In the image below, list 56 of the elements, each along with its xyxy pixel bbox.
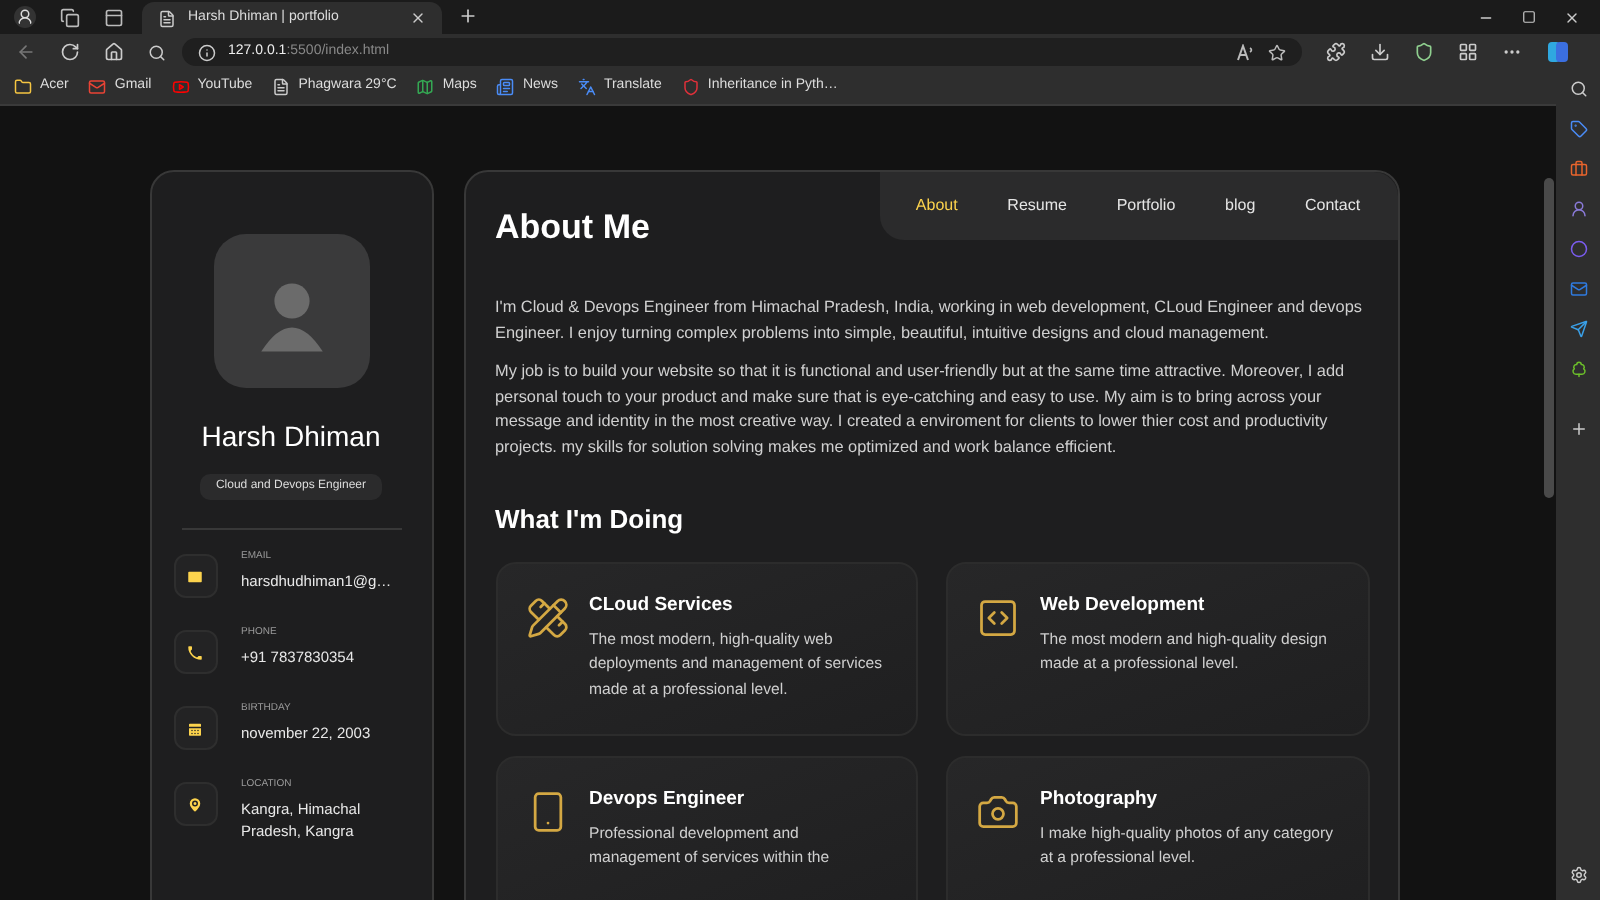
download-icon[interactable]	[1370, 42, 1390, 62]
code-window-icon	[976, 595, 1020, 639]
bookmark-icon	[416, 78, 435, 96]
tree-icon[interactable]	[1569, 360, 1587, 378]
service-title: CLoud Services	[589, 591, 735, 619]
bookmark-icon	[272, 78, 291, 96]
tab-actions-icon[interactable]	[104, 7, 124, 27]
close-icon[interactable]	[1564, 9, 1580, 25]
extensions-icon[interactable]	[1326, 42, 1346, 62]
bookmark-icon	[681, 78, 700, 96]
add-icon[interactable]	[1569, 420, 1587, 438]
home-icon[interactable]	[104, 42, 124, 62]
service-title: Web Development	[1040, 591, 1207, 619]
bookmark-icon	[88, 78, 107, 96]
nav-link[interactable]: blog	[1225, 194, 1256, 218]
phone-icon	[186, 643, 204, 661]
page-title: About Me	[495, 208, 652, 248]
tag-icon[interactable]	[1569, 120, 1587, 138]
about-paragraph: I'm Cloud & Devops Engineer from Himachal Pradesh, India, working in web development, CLoud Engineer and devops Engineer. I enjoy turning complex problems into simple, beautiful, intuitive designs and cloud management.	[495, 296, 1364, 346]
section-title: What I'm Doing	[495, 502, 686, 538]
map-pin-icon	[186, 795, 204, 813]
reload-icon[interactable]	[60, 42, 80, 62]
service-title: Photography	[1040, 785, 1160, 813]
back-icon[interactable]	[16, 42, 36, 62]
maximize-icon[interactable]	[1522, 10, 1536, 24]
about-paragraph: My job is to build your website so that it is functional and user-friendly but at the same time attractive. Moreover, I add personal touch to your product and make sure that is eye-catching and easy to use. My aim is to bring across your message and identity in the most creative way. I created a enviroment for clients to lower thier cost and productivity projects. my skills for solution solving makes me optimized and work balance efficient.	[495, 360, 1347, 460]
browser-essentials-icon[interactable]	[1414, 42, 1434, 62]
nav-link[interactable]: Resume	[1007, 194, 1067, 218]
bookmark-icon	[171, 78, 190, 96]
person-icon[interactable]	[1569, 200, 1587, 218]
collections-icon[interactable]	[1458, 42, 1478, 62]
close-tab-icon[interactable]	[410, 10, 426, 26]
pencil-ruler-icon	[525, 595, 569, 639]
profile-name: Harsh Dhiman	[201, 418, 381, 456]
nav-link[interactable]: About	[915, 194, 958, 218]
send-icon[interactable]	[1569, 320, 1587, 338]
read-aloud-icon[interactable]	[1236, 43, 1256, 61]
circle-icon[interactable]	[1569, 240, 1587, 258]
briefcase-icon[interactable]	[1569, 160, 1587, 178]
workspaces-icon[interactable]	[60, 7, 80, 27]
settings-icon[interactable]	[1569, 866, 1587, 884]
bookmark-icon	[577, 78, 596, 96]
calendar-icon	[186, 719, 204, 737]
favorite-icon[interactable]	[1268, 43, 1286, 61]
service-title: Devops Engineer	[589, 785, 747, 813]
nav-link[interactable]: Portfolio	[1116, 194, 1176, 218]
copilot-icon[interactable]	[1546, 40, 1570, 64]
info-icon	[198, 43, 216, 61]
bookmark-icon	[14, 78, 32, 96]
profile-icon[interactable]	[14, 6, 36, 28]
bookmark-icon	[496, 78, 515, 96]
new-tab-icon[interactable]	[458, 6, 478, 26]
search-icon[interactable]	[1569, 80, 1587, 98]
search-icon[interactable]	[148, 43, 166, 61]
page-icon	[158, 9, 176, 27]
nav-link[interactable]: Contact	[1304, 194, 1361, 218]
